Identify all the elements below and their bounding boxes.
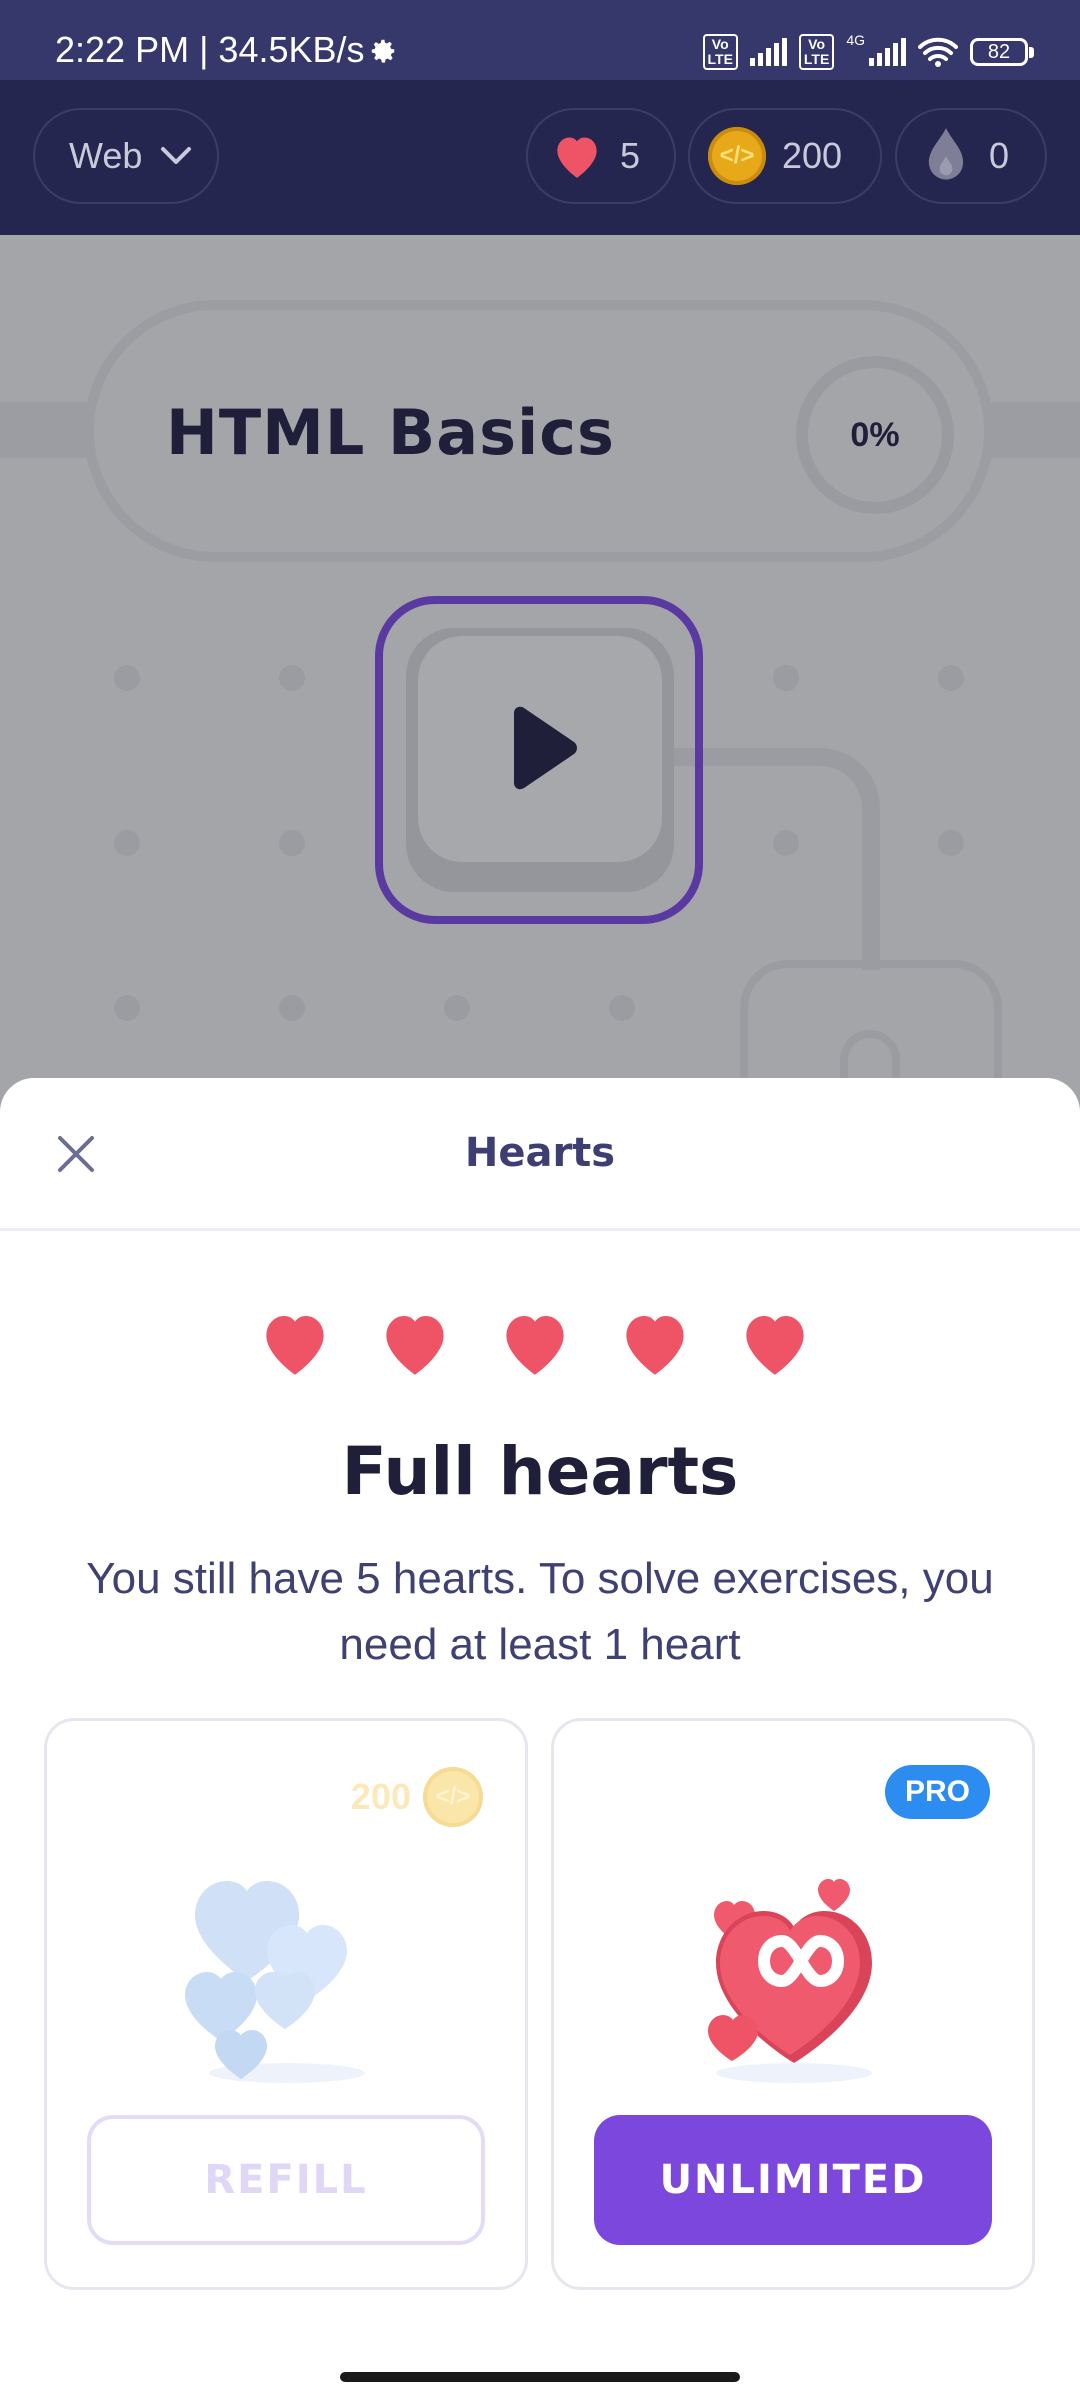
status-bar: 2:22 PM | 34.5KB/s Vo LTE Vo LTE 4G 82: [0, 0, 1080, 80]
unlimited-card: PRO UNLIMITED: [551, 1718, 1035, 2290]
play-button[interactable]: [418, 636, 662, 862]
heart-icon: [746, 1315, 804, 1375]
status-time: 2:22 PM | 34.5KB/s: [55, 29, 365, 70]
refill-button[interactable]: REFILL: [87, 2115, 485, 2245]
refill-cost-value: 200: [350, 1776, 411, 1817]
path-track: [990, 402, 1080, 458]
battery-icon: 82: [970, 38, 1034, 66]
code-coin-icon: </>: [423, 1767, 483, 1827]
path-dot: [938, 830, 964, 856]
path-connector: [780, 748, 880, 848]
code-coin-icon: </>: [708, 127, 766, 185]
heart-icon: [266, 1315, 324, 1375]
coins-counter[interactable]: </> 200: [688, 108, 882, 204]
lesson-title: HTML Basics: [166, 396, 615, 469]
path-dot: [444, 995, 470, 1021]
path-track: [0, 402, 90, 458]
status-icons: Vo LTE Vo LTE 4G 82: [702, 30, 1034, 74]
path-dot: [279, 995, 305, 1021]
volte-badge: Vo LTE: [702, 34, 738, 70]
hearts-sheet: Hearts Full hearts You still have 5 hear…: [0, 1078, 1080, 2400]
infinity-heart-icon: [708, 1879, 872, 2083]
heart-icon: [626, 1315, 684, 1375]
full-hearts-heading: Full hearts: [341, 1433, 739, 1510]
full-hearts-description: You still have 5 hearts. To solve exerci…: [86, 1554, 994, 1669]
course-selector[interactable]: Web: [33, 108, 219, 204]
sheet-title: Hearts: [464, 1130, 616, 1176]
path-dot: [279, 665, 305, 691]
app-header: Web 5 </> 200 0: [0, 80, 1080, 235]
refill-hearts-illustration: [185, 1881, 365, 2083]
lesson-progress: 0%: [796, 356, 954, 514]
path-connector: [862, 840, 880, 970]
hearts-row: [256, 1308, 814, 1378]
signal-icon: [749, 38, 787, 66]
path-dot: [773, 665, 799, 691]
streak-drop-icon: [928, 128, 964, 180]
course-selector-label: Web: [69, 135, 143, 176]
signal-icon-2: [869, 38, 906, 66]
streak-counter[interactable]: 0: [895, 108, 1047, 204]
chevron-down-icon: [161, 147, 192, 164]
volte-badge-2: Vo LTE: [798, 34, 835, 70]
gear-icon: [371, 39, 395, 63]
refill-card: 200 </> REFILL: [44, 1718, 528, 2290]
play-icon: [514, 706, 577, 790]
refill-cost: 200 </>: [351, 1767, 483, 1827]
hearts-counter[interactable]: 5: [526, 108, 676, 204]
network-type: 4G: [846, 32, 865, 48]
path-dot: [114, 830, 140, 856]
path-dot: [114, 665, 140, 691]
path-dot: [938, 665, 964, 691]
hearts-count: 5: [620, 135, 641, 176]
pro-badge: PRO: [884, 1765, 990, 1819]
path-dot: [279, 830, 305, 856]
heart-icon: [386, 1315, 444, 1375]
heart-icon: [557, 137, 597, 178]
path-dot: [114, 995, 140, 1021]
divider: [0, 1228, 1080, 1231]
path-dot: [609, 995, 635, 1021]
wifi-icon: [918, 37, 958, 67]
home-indicator[interactable]: [340, 2372, 740, 2382]
streak-count: 0: [989, 135, 1010, 176]
coins-count: 200: [782, 135, 843, 176]
unlimited-button[interactable]: UNLIMITED: [594, 2115, 992, 2245]
heart-icon: [506, 1315, 564, 1375]
